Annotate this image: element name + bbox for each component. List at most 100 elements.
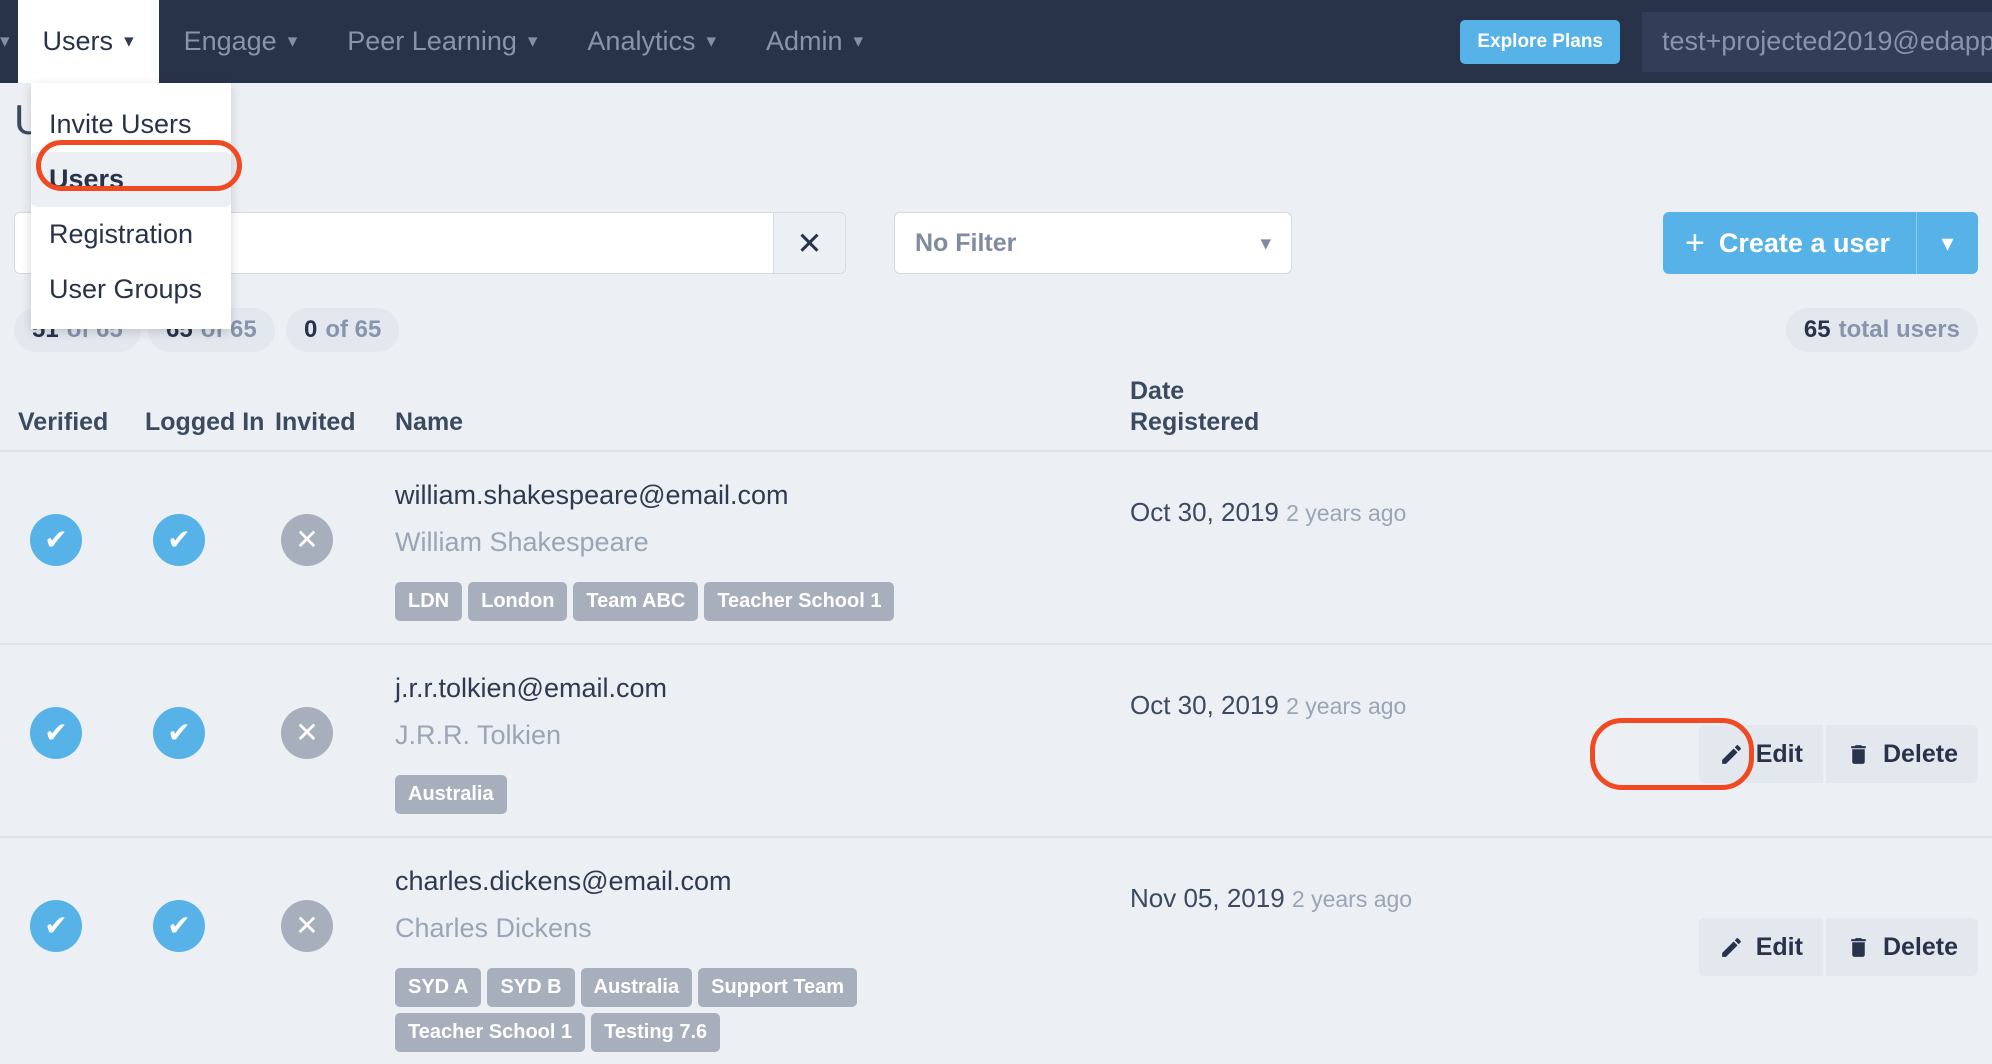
chevron-down-icon: ▾ bbox=[853, 31, 864, 52]
edit-button[interactable]: Edit bbox=[1698, 725, 1823, 783]
column-header-logged-in: Logged In bbox=[145, 407, 265, 436]
chevron-down-icon: ▾ bbox=[1260, 231, 1271, 255]
cross-icon: ✕ bbox=[281, 514, 333, 566]
user-tag[interactable]: SYD B bbox=[487, 968, 575, 1007]
create-a-user-label: Create a user bbox=[1718, 227, 1890, 258]
check-icon: ✔ bbox=[153, 514, 205, 566]
nav-item-analytics[interactable]: Analytics ▾ bbox=[562, 0, 741, 83]
nav-right-section: Explore Plans test+projected2019@edapp bbox=[1460, 0, 1992, 83]
trash-icon bbox=[1851, 744, 1866, 764]
chevron-down-icon: ▾ bbox=[0, 31, 10, 52]
stat-pill-invited-value: 0 bbox=[304, 316, 318, 343]
delete-button[interactable]: Delete bbox=[1825, 725, 1978, 783]
delete-button[interactable]: Delete bbox=[1825, 918, 1978, 976]
check-icon: ✔ bbox=[30, 707, 82, 759]
account-email[interactable]: test+projected2019@edapp bbox=[1642, 11, 1992, 72]
column-header-verified: Verified bbox=[18, 407, 109, 436]
chevron-down-icon: ▾ bbox=[706, 31, 717, 52]
chevron-down-icon: ▾ bbox=[287, 31, 298, 52]
dropdown-item-invite-users[interactable]: Invite Users bbox=[31, 97, 231, 152]
nav-item-engage[interactable]: Engage ▾ bbox=[159, 0, 323, 83]
pencil-icon bbox=[1721, 744, 1741, 764]
cell-actions bbox=[1430, 480, 1992, 532]
cell-invited: ✕ bbox=[275, 480, 385, 566]
stat-pill-invited-label: of 65 bbox=[325, 316, 382, 343]
nav-item-peer-learning-label: Peer Learning bbox=[347, 26, 517, 56]
nav-item-partial[interactable]: ▾ bbox=[0, 0, 18, 83]
user-full-name: William Shakespeare bbox=[395, 527, 649, 557]
cell-date-registered: Nov 05, 2019 2 years ago bbox=[1130, 866, 1430, 918]
user-full-name: Charles Dickens bbox=[395, 913, 592, 943]
user-tag[interactable]: Support Team bbox=[698, 968, 858, 1007]
user-tag[interactable]: Team ABC bbox=[573, 582, 699, 621]
cell-actions: Edit Delete bbox=[1430, 673, 1992, 790]
nav-item-admin-label: Admin bbox=[766, 26, 843, 56]
user-tag[interactable]: Testing 7.6 bbox=[591, 1013, 721, 1052]
create-a-user-button[interactable]: + Create a user bbox=[1663, 212, 1916, 274]
nav-item-users[interactable]: Users ▾ bbox=[17, 0, 159, 83]
cell-name: william.shakespeare@email.com William Sh… bbox=[385, 480, 1130, 621]
filter-select-label: No Filter bbox=[915, 228, 1017, 257]
user-tag[interactable]: Teacher School 1 bbox=[704, 582, 895, 621]
close-icon: ✕ bbox=[796, 225, 823, 261]
users-dropdown-menu: Invite Users Users Registration User Gro… bbox=[31, 83, 231, 329]
create-user-button-group: + Create a user ▾ bbox=[1663, 212, 1978, 274]
controls-row: ✕ No Filter ▾ + Create a user ▾ bbox=[0, 212, 1992, 288]
date-registered-value: Oct 30, 2019 bbox=[1130, 690, 1279, 720]
nav-item-admin[interactable]: Admin ▾ bbox=[741, 0, 888, 83]
explore-plans-button[interactable]: Explore Plans bbox=[1460, 19, 1620, 64]
stat-pill-invited: 0 of 65 bbox=[286, 308, 400, 352]
date-relative: 2 years ago bbox=[1286, 500, 1407, 526]
column-header-date-line2: Registered bbox=[1130, 407, 1260, 436]
date-registered-value: Oct 30, 2019 bbox=[1130, 497, 1279, 527]
users-page: ▾ Users ▾ Engage ▾ Peer Learning ▾ Analy… bbox=[0, 0, 1992, 1064]
column-header-name: Name bbox=[395, 407, 464, 436]
check-icon: ✔ bbox=[30, 514, 82, 566]
user-tag[interactable]: Australia bbox=[395, 775, 507, 814]
edit-button[interactable]: Edit bbox=[1698, 918, 1823, 976]
user-tag[interactable]: SYD A bbox=[395, 968, 482, 1007]
stat-pill-total-value: 65 bbox=[1803, 316, 1831, 343]
date-registered-value: Nov 05, 2019 bbox=[1130, 883, 1285, 913]
cell-date-registered: Oct 30, 2019 2 years ago bbox=[1130, 480, 1430, 532]
cross-icon: ✕ bbox=[281, 900, 333, 952]
nav-item-peer-learning[interactable]: Peer Learning ▾ bbox=[322, 0, 562, 83]
plus-icon: + bbox=[1685, 224, 1705, 262]
table-header-row: Verified Logged In Invited Name Date Reg… bbox=[0, 368, 1992, 452]
cross-icon: ✕ bbox=[281, 707, 333, 759]
user-tag[interactable]: Teacher School 1 bbox=[395, 1013, 586, 1052]
cell-invited: ✕ bbox=[275, 866, 385, 952]
user-tags: SYD A SYD B Australia Support Team Teacher S… bbox=[395, 968, 995, 1052]
user-tag[interactable]: LDN bbox=[395, 582, 463, 621]
check-icon: ✔ bbox=[153, 900, 205, 952]
cell-verified: ✔ bbox=[0, 480, 145, 566]
user-email-text: charles.dickens@email.com bbox=[395, 866, 732, 896]
pencil-icon bbox=[1721, 937, 1741, 957]
nav-item-analytics-label: Analytics bbox=[587, 26, 696, 56]
cell-verified: ✔ bbox=[0, 673, 145, 759]
create-user-dropdown-toggle[interactable]: ▾ bbox=[1916, 212, 1978, 274]
cell-date-registered: Oct 30, 2019 2 years ago bbox=[1130, 673, 1430, 725]
filter-select[interactable]: No Filter ▾ bbox=[894, 212, 1292, 274]
cell-name: j.r.r.tolkien@email.com J.R.R. Tolkien A… bbox=[385, 673, 1130, 814]
cell-logged: ✔ bbox=[145, 480, 275, 566]
cell-invited: ✕ bbox=[275, 673, 385, 759]
table-body: ✔ ✔ ✕ william.shakespeare@email.com Will… bbox=[0, 452, 1992, 1064]
dropdown-item-user-groups[interactable]: User Groups bbox=[31, 262, 231, 317]
column-header-date-registered: Date Registered bbox=[1130, 376, 1430, 439]
user-email-text: j.r.r.tolkien@email.com bbox=[395, 673, 667, 703]
chevron-down-icon: ▾ bbox=[124, 31, 134, 52]
nav-item-users-label: Users bbox=[42, 26, 114, 56]
cell-logged: ✔ bbox=[145, 866, 275, 952]
user-tag[interactable]: Australia bbox=[580, 968, 693, 1007]
clear-search-button[interactable]: ✕ bbox=[773, 213, 845, 273]
date-relative: 2 years ago bbox=[1286, 693, 1407, 719]
cell-verified: ✔ bbox=[0, 866, 145, 952]
check-icon: ✔ bbox=[153, 707, 205, 759]
dropdown-item-registration[interactable]: Registration bbox=[31, 207, 231, 262]
column-header-date-line1: Date bbox=[1130, 376, 1185, 405]
user-tag[interactable]: London bbox=[468, 582, 568, 621]
dropdown-item-users[interactable]: Users bbox=[31, 152, 231, 207]
cell-logged: ✔ bbox=[145, 673, 275, 759]
chevron-down-icon: ▾ bbox=[1941, 229, 1954, 257]
